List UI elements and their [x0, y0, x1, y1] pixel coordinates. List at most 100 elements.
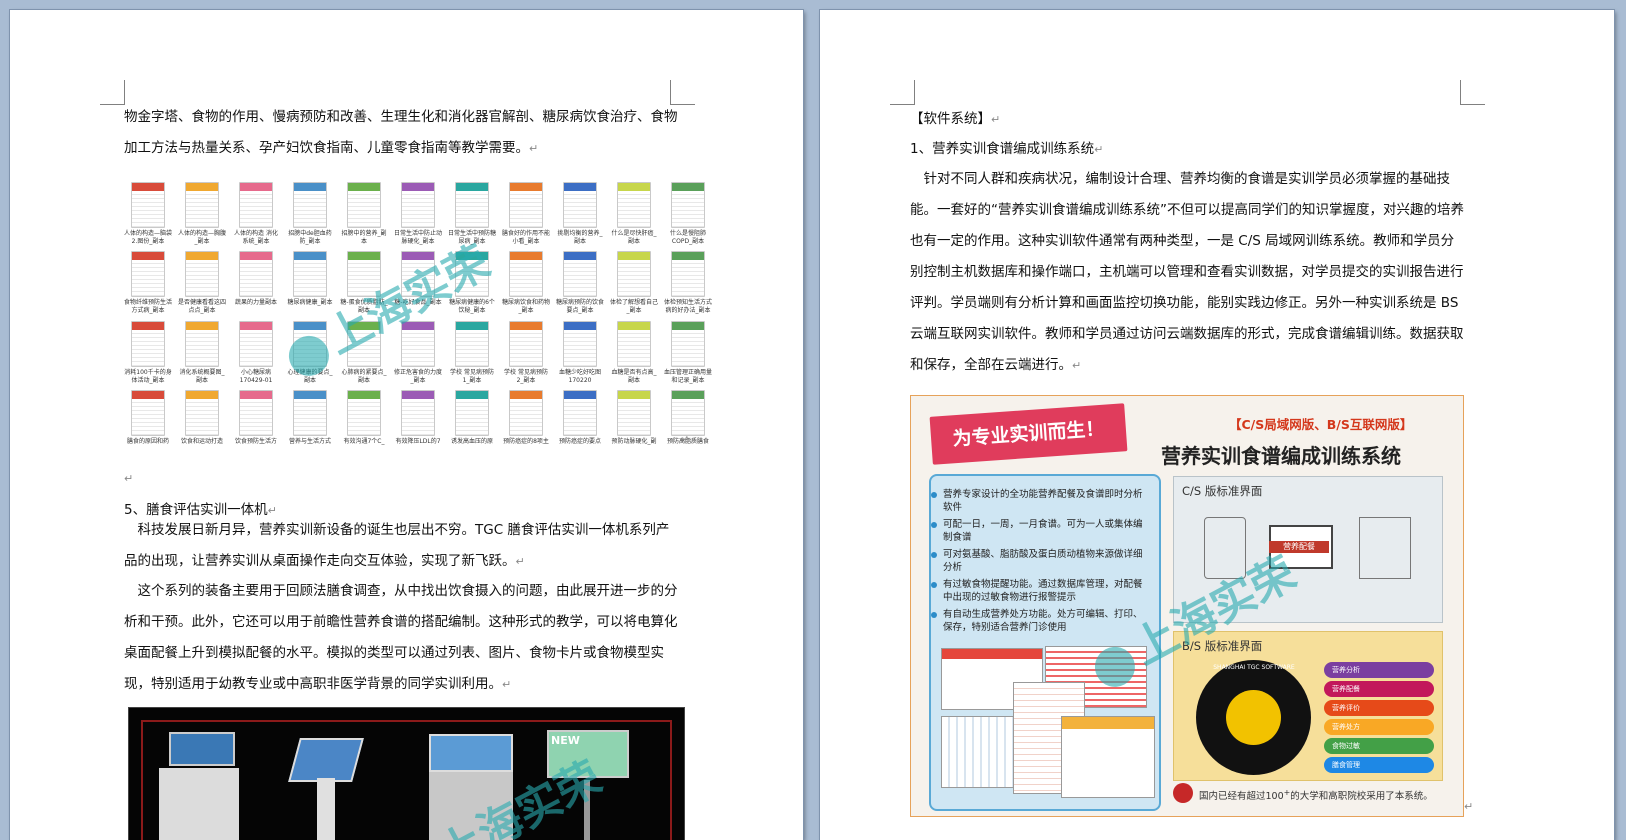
poster-image [347, 320, 381, 367]
sign-stand [584, 780, 590, 840]
poster-image [185, 389, 219, 436]
screenshot-thumbnail [1061, 716, 1155, 798]
poster-image [671, 320, 705, 367]
poster-thumbnail: 营养与生活方式 [286, 389, 334, 457]
poster-caption: 预防癌症的8项主 [503, 437, 549, 445]
poster-thumbnail: 预防高脂质膳食 [664, 389, 712, 457]
poster-caption: 血糖少吃好吃图170220 [558, 368, 601, 384]
poster-image [563, 320, 597, 367]
poster-caption: 学校 常见病预防2_副本 [504, 368, 548, 384]
poster-thumbnail: 体检预知生活方式病的好办法_副本 [664, 251, 712, 318]
poster-caption: 膳食好的作用不能小看_副本 [502, 230, 551, 245]
poster-caption: 糖尿病健康_副本 [287, 299, 333, 307]
feature-item: 可配一日，一周，一月食谱。可为一人或集体编制食谱 [931, 518, 1151, 544]
poster-caption: 体检预知生活方式病的好办法_副本 [664, 299, 713, 315]
poster-image [509, 320, 543, 367]
equipment-photo: NEW [128, 707, 685, 840]
poster-image [509, 251, 543, 298]
poster-thumbnail: 糖-蛋食优质脂肪_副本 [340, 251, 388, 318]
bs-menu-item: 营养评价 [1324, 700, 1434, 716]
bs-menu: 营养分析 营养配餐 营养评价 营养处方 食物过敏 膳食管理 [1324, 662, 1434, 776]
poster-thumbnail: 日常生活中防止动脉硬化_副本 [394, 182, 442, 249]
software-disc-center [1226, 690, 1281, 745]
poster-caption: 什么是尽快肝癌_副本 [611, 230, 657, 245]
paragraph-mark: ↵ [124, 472, 134, 485]
poster-caption: 膳食的原因和药 [126, 437, 169, 445]
poster-thumbnail: 人体的构造—胸腹_副本 [178, 182, 226, 249]
poster-image [239, 320, 273, 367]
poster-caption: 糖尿病健康的6个饮秘_副本 [449, 299, 495, 315]
poster-image [293, 389, 327, 436]
poster-image [239, 251, 273, 298]
poster-image [293, 182, 327, 228]
poster-image [617, 320, 651, 367]
poster-image [185, 182, 219, 228]
poster-caption: 血压管理正确用量和记录_副本 [664, 368, 713, 384]
brochure-title: 营养实训食谱编成训练系统 [1161, 444, 1401, 468]
poster-thumbnail: 体检了解想看自己_副本 [610, 251, 658, 318]
poster-caption: 修正危害食的力度_副本 [394, 368, 443, 384]
poster-caption: 人体的构造 消化系统_副本 [234, 230, 278, 245]
poster-caption: 招膀中de胆血药防_副本 [288, 230, 332, 245]
poster-caption: 糖尿病饮食和药物_副本 [502, 299, 551, 315]
poster-image [671, 251, 705, 298]
poster-image [563, 389, 597, 436]
touch-table-stand [317, 778, 335, 840]
diagram-node [1359, 517, 1411, 579]
poster-image [347, 182, 381, 228]
poster-thumbnail: 什么是慢阻肺COPD_副本 [664, 182, 712, 249]
poster-thumbnail: 糖尿病预防的饮食要点_副本 [556, 251, 604, 318]
poster-thumbnail: 糖尿病健康_副本 [286, 251, 334, 318]
poster-caption: 糖-蛋食优质脂肪_副本 [340, 299, 388, 315]
poster-caption: 什么是慢阻肺COPD_副本 [669, 230, 706, 245]
crop-mark-top-left [100, 80, 125, 105]
poster-caption: 预防癌症的要点 [558, 437, 601, 445]
poster-thumbnail: 招膀中de胆血药防_副本 [286, 182, 334, 249]
poster-image [347, 389, 381, 436]
cs-version-panel: C/S 版标准界面 营养配餐 [1173, 476, 1443, 623]
poster-thumbnail: 预防癌症的8项主 [502, 389, 550, 457]
document-page-right: 【软件系统】↵ 1、营养实训食谱编成训练系统↵ 针对不同人群和疾病状况，编制设计… [820, 10, 1614, 840]
poster-thumbnail: 心肺病的紧要点_副本 [340, 320, 388, 388]
crop-mark-top-left [890, 80, 915, 105]
software-brochure: 为专业实训而生！ 【C/S局域网版、B/S互联网版】 营养实训食谱编成训练系统 … [910, 395, 1464, 817]
poster-caption: 糖尿病预防的饮食要点_副本 [556, 299, 605, 315]
poster-image [671, 389, 705, 436]
poster-thumbnail: 人体的构造 消化系统_副本 [232, 182, 280, 249]
bs-menu-item: 营养处方 [1324, 719, 1434, 735]
poster-image [671, 182, 705, 228]
cs-panel-label: C/S 版标准界面 [1182, 484, 1263, 498]
poster-thumbnail: 膳食好的作用不能小看_副本 [502, 182, 550, 249]
feature-item: 可对氨基酸、脂肪酸及蛋白质动植物来源做详细分析 [931, 548, 1151, 574]
poster-thumbnail: 日常生活中预防糖尿病_副本 [448, 182, 496, 249]
poster-image [239, 389, 273, 436]
poster-image [401, 251, 435, 298]
poster-image [185, 251, 219, 298]
software-disc-label: SHANGHAI TGC SOFTWARE [1213, 664, 1295, 671]
poster-thumbnail-grid: 人体的构造—脑袋2.图份_副本 人体的构造—胸腹_副本 人体的构造 消化系统_副本招… [124, 182, 712, 457]
poster-thumbnail: 糖尿病健康的6个饮秘_副本 [448, 251, 496, 318]
paragraph-mark: ↵ [680, 433, 690, 446]
feature-list-box: 营养专家设计的全功能营养配餐及食谱即时分析软件 可配一日，一周，一月食谱。可为一… [929, 474, 1161, 811]
poster-image [617, 251, 651, 298]
new-product-sign: NEW [547, 730, 629, 778]
brochure-version-tag: 【C/S局域网版、B/S互联网版】 [1229, 417, 1413, 432]
poster-image [131, 182, 165, 228]
poster-image [401, 389, 435, 436]
poster-image [131, 389, 165, 436]
desk-unit [429, 772, 513, 840]
poster-caption: 饮食预防生活方 [234, 437, 277, 445]
thumbs-up-icon [1173, 783, 1193, 803]
poster-image [617, 389, 651, 436]
poster-image [131, 320, 165, 367]
poster-image [131, 251, 165, 298]
poster-thumbnail: 什么是尽快肝癌_副本 [610, 182, 658, 249]
poster-caption: 学校 常见病预防1_副本 [450, 368, 494, 384]
document-page-left: 物金字塔、食物的作用、慢病预防和改善、生理生化和消化器官解剖、糖尿病饮食治疗、食… [10, 10, 803, 840]
poster-image [185, 320, 219, 367]
poster-thumbnail: 糖-吃好食品_副本 [394, 251, 442, 318]
poster-caption: 血糖是否有点高_副本 [611, 368, 657, 384]
paragraph-series-usage: 这个系列的装备主要用于回顾法膳食调查，从中找出饮食摄入的问题，由此展开进一步的分… [124, 583, 678, 692]
bs-version-panel: B/S 版标准界面 SHANGHAI TGC SOFTWARE 营养分析 营养配… [1173, 631, 1443, 781]
poster-thumbnail: 招膀中的营养_副本 [340, 182, 388, 249]
